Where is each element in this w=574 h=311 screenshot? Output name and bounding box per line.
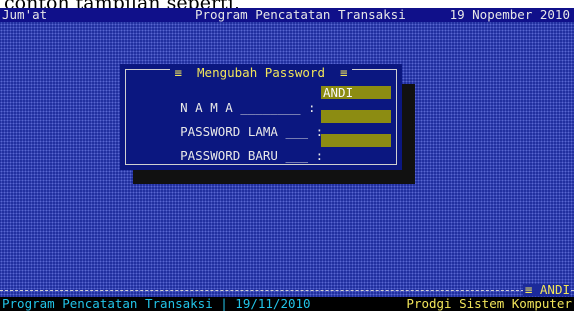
password-lama-field[interactable]	[321, 110, 391, 123]
password-baru-label: PASSWORD BARU ___ :	[180, 148, 324, 163]
bottom-divider	[0, 290, 574, 292]
current-user-indicator: ≡ ANDI	[522, 282, 570, 297]
field-row-password-baru: PASSWORD BARU ___ :	[150, 133, 323, 163]
top-bar-day: Jum'at	[2, 7, 48, 22]
status-bar: Program Pencatatan Transaksi | 19/11/201…	[0, 297, 574, 311]
status-left: Program Pencatatan Transaksi | 19/11/201…	[2, 296, 311, 311]
field-row-password-lama: PASSWORD LAMA ___ :	[150, 109, 323, 139]
change-password-dialog: ≡ Mengubah Password ≡ N A M A ________ :…	[120, 64, 402, 170]
password-baru-field[interactable]	[321, 134, 391, 147]
top-bar: Jum'at Program Pencatatan Transaksi 19 N…	[0, 8, 574, 22]
top-bar-date: 19 Nopember 2010	[449, 7, 570, 22]
field-row-nama: N A M A ________ :	[150, 85, 318, 115]
top-bar-title: Program Pencatatan Transaksi	[195, 7, 406, 22]
status-right: Prodgi Sistem Komputer	[406, 296, 572, 311]
nama-field[interactable]: ANDI	[321, 86, 391, 99]
dialog-title: ≡ Mengubah Password ≡	[170, 65, 352, 80]
